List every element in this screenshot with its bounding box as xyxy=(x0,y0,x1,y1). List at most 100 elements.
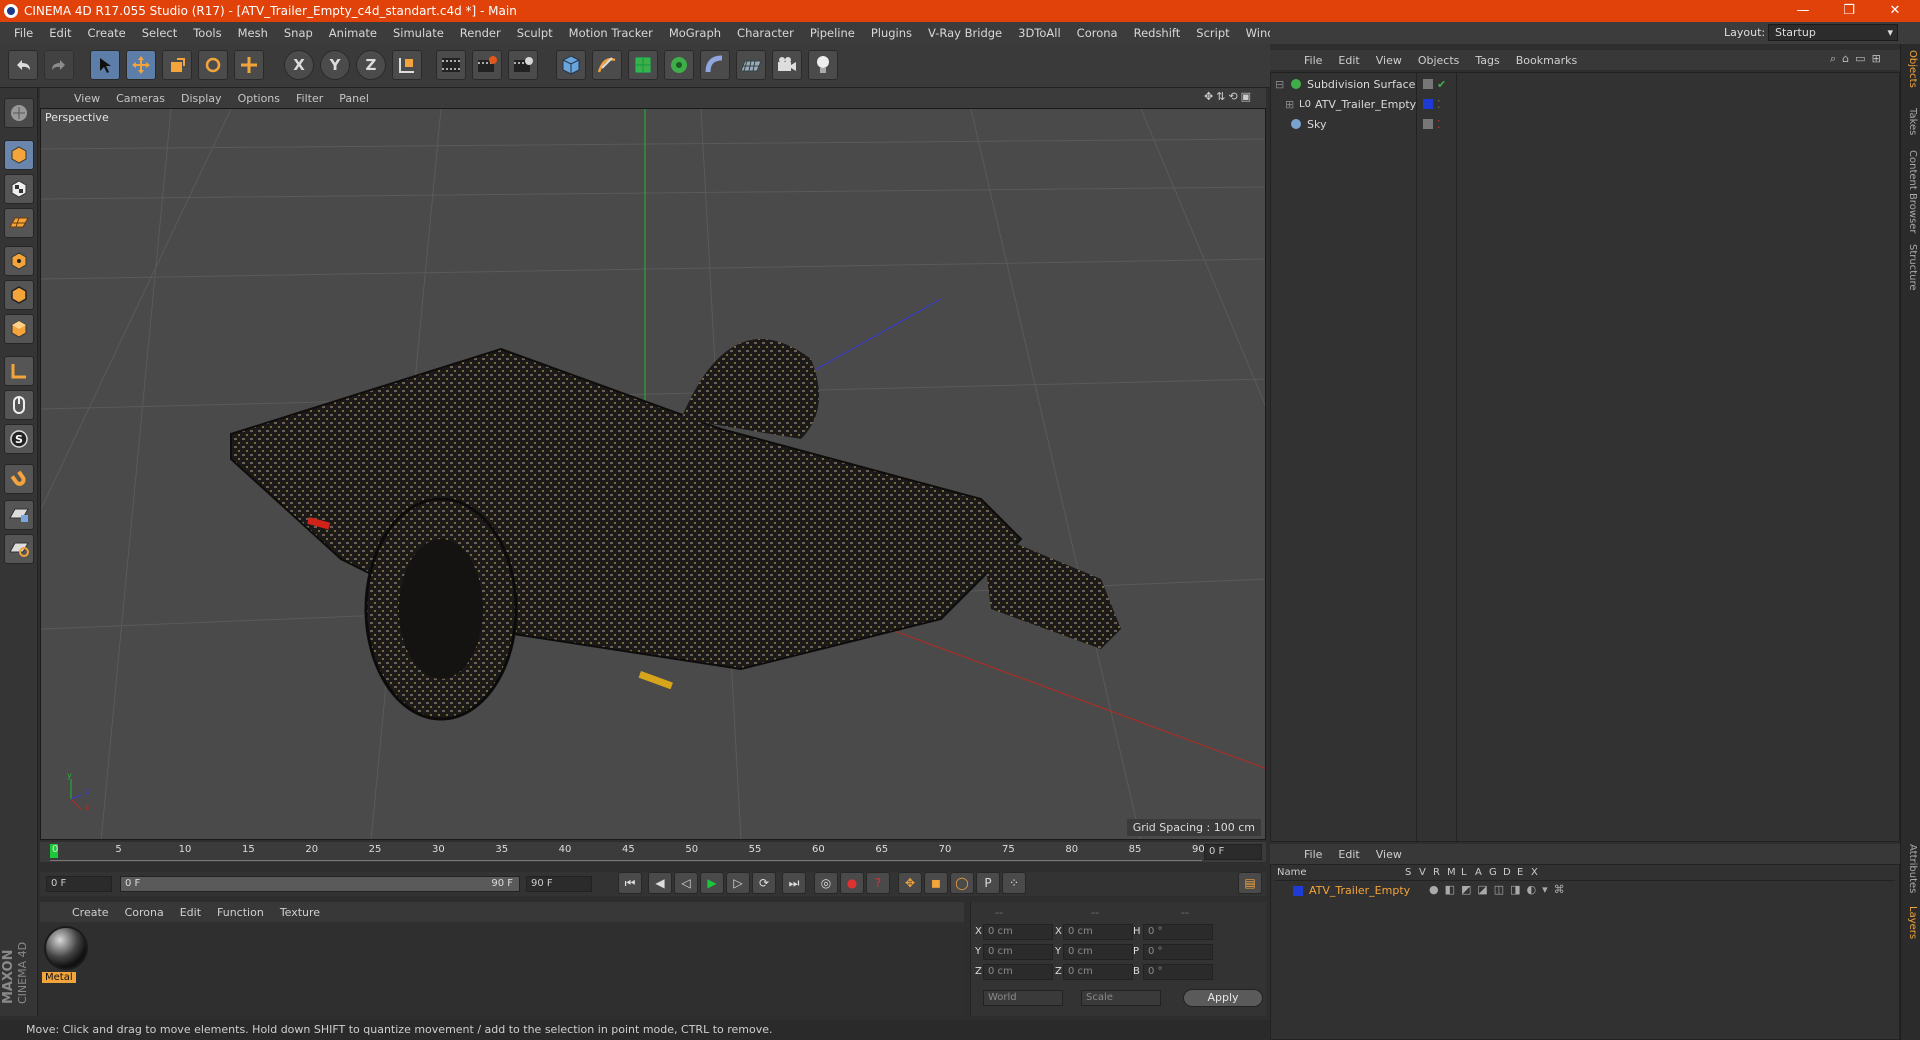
menu-motion-tracker[interactable]: Motion Tracker xyxy=(561,26,661,40)
menu-mograph[interactable]: MoGraph xyxy=(661,26,729,40)
camera-object-button[interactable] xyxy=(772,50,802,80)
object-name[interactable]: ATV_Trailer_Empty xyxy=(1315,98,1416,111)
spline-pen-button[interactable] xyxy=(592,50,622,80)
tab-attributes[interactable]: Attributes xyxy=(1904,844,1918,893)
dots-icon[interactable]: ⁚ xyxy=(1437,98,1441,111)
coord-value-field[interactable]: 0 cm xyxy=(983,964,1053,980)
render-settings-button[interactable] xyxy=(508,50,538,80)
layout-select[interactable]: Startup ▾ xyxy=(1768,24,1898,41)
coordinate-system-button[interactable] xyxy=(392,50,422,80)
subdivision-surface-button[interactable] xyxy=(628,50,658,80)
move-tool-button[interactable] xyxy=(126,50,156,80)
model-mode-button[interactable] xyxy=(4,140,34,170)
home-icon[interactable]: ⌂ xyxy=(1842,52,1849,68)
material-menu-create[interactable]: Create xyxy=(64,906,117,919)
previous-key-button[interactable]: ◀ xyxy=(648,872,672,894)
go-to-end-button[interactable]: ⏭ xyxy=(782,872,806,894)
material-menu-corona[interactable]: Corona xyxy=(117,906,172,919)
go-to-start-button[interactable]: ⏮ xyxy=(618,872,642,894)
visibility-icon[interactable] xyxy=(1423,79,1433,89)
rotate-view-icon[interactable]: ⟲ xyxy=(1228,90,1237,106)
object-name[interactable]: Subdivision Surface xyxy=(1307,78,1415,91)
menu-snap[interactable]: Snap xyxy=(276,26,321,40)
minimize-button[interactable]: — xyxy=(1780,0,1826,22)
key-scale-button[interactable]: ◼ xyxy=(924,872,948,894)
menu-create[interactable]: Create xyxy=(80,26,134,40)
minimize-panel-icon[interactable]: ▭ xyxy=(1855,52,1865,68)
material-label-metal[interactable]: Metal xyxy=(42,972,76,983)
object-row-atv-trailer-empty[interactable]: ⊞ L0 ATV_Trailer_Empty ⁚ xyxy=(1271,95,1891,113)
viewport-menu-options[interactable]: Options xyxy=(230,92,288,105)
maximize-panel-icon[interactable]: ⊞ xyxy=(1872,52,1881,68)
edges-mode-button[interactable] xyxy=(4,280,34,310)
key-position-button[interactable]: ✥ xyxy=(898,872,922,894)
object-menu-edit[interactable]: Edit xyxy=(1330,54,1367,67)
workplane-planar-button[interactable] xyxy=(4,534,34,564)
object-menu-bookmarks[interactable]: Bookmarks xyxy=(1508,54,1585,67)
layer-menu-view[interactable]: View xyxy=(1368,848,1410,861)
toggle-view-icon[interactable]: ▣ xyxy=(1241,90,1251,106)
coord-value-field[interactable]: 0 cm xyxy=(1063,944,1133,960)
coord-value-field[interactable]: 0 ° xyxy=(1143,944,1213,960)
search-icon[interactable]: ⌕ xyxy=(1830,52,1836,68)
tab-layers[interactable]: Layers xyxy=(1904,906,1918,939)
coord-value-field[interactable]: 0 ° xyxy=(1143,964,1213,980)
material-menu-edit[interactable]: Edit xyxy=(172,906,209,919)
next-key-button[interactable]: ⟳ xyxy=(752,872,776,894)
coord-value-field[interactable]: 0 cm xyxy=(1063,924,1133,940)
menu-script[interactable]: Script xyxy=(1188,26,1237,40)
points-mode-button[interactable] xyxy=(4,246,34,276)
object-row-subdivision-surface[interactable]: ⊟ Subdivision Surface ✔ xyxy=(1271,75,1891,93)
coord-value-field[interactable]: 0 cm xyxy=(1063,964,1133,980)
start-frame-field[interactable]: 0 F xyxy=(46,876,112,892)
deformer-button[interactable] xyxy=(700,50,730,80)
menu-character[interactable]: Character xyxy=(729,26,802,40)
light-object-button[interactable] xyxy=(808,50,838,80)
workplane-mode-button[interactable] xyxy=(4,208,34,238)
material-menu-function[interactable]: Function xyxy=(209,906,272,919)
zoom-view-icon[interactable]: ⇅ xyxy=(1216,90,1225,106)
workplane-lock-button[interactable] xyxy=(4,500,34,530)
layer-color-swatch[interactable] xyxy=(1423,99,1433,109)
motion-recording-button[interactable]: ◎ xyxy=(814,872,838,894)
tab-takes[interactable]: Takes xyxy=(1904,108,1918,135)
menu-corona[interactable]: Corona xyxy=(1069,26,1126,40)
object-row-sky[interactable]: Sky ⁚ xyxy=(1271,115,1891,133)
perspective-viewport[interactable]: Perspective y z x Grid Spacing : 100 cm xyxy=(40,108,1266,840)
play-button[interactable]: ▶ xyxy=(700,872,724,894)
menu-mesh[interactable]: Mesh xyxy=(230,26,276,40)
menu-animate[interactable]: Animate xyxy=(321,26,385,40)
axis-mode-button[interactable] xyxy=(4,356,34,386)
material-menu-texture[interactable]: Texture xyxy=(272,906,328,919)
polygons-mode-button[interactable] xyxy=(4,314,34,344)
object-menu-tags[interactable]: Tags xyxy=(1467,54,1507,67)
timeline-ruler[interactable]: 0 5 10 15 20 25 30 35 40 45 50 55 60 65 70 75 80 85 90 0 F xyxy=(40,842,1266,862)
layer-name[interactable]: ATV_Trailer_Empty xyxy=(1309,884,1410,897)
texture-mode-button[interactable] xyxy=(4,174,34,204)
snap-magnet-button[interactable] xyxy=(4,464,34,494)
enabled-check-icon[interactable]: ✔ xyxy=(1437,78,1446,91)
close-button[interactable]: ✕ xyxy=(1872,0,1918,22)
menu-v-ray-bridge[interactable]: V-Ray Bridge xyxy=(920,26,1010,40)
menu-pipeline[interactable]: Pipeline xyxy=(802,26,863,40)
pan-view-icon[interactable]: ✥ xyxy=(1204,90,1213,106)
size-mode-select[interactable]: Scale xyxy=(1081,990,1161,1006)
record-keys-button[interactable]: ● xyxy=(840,872,864,894)
tab-objects[interactable]: Objects xyxy=(1904,50,1918,88)
live-selection-button[interactable] xyxy=(90,50,120,80)
make-editable-button[interactable] xyxy=(4,98,34,128)
menu-edit[interactable]: Edit xyxy=(41,26,79,40)
layer-color-swatch[interactable] xyxy=(1293,886,1303,896)
transform-tool-button[interactable] xyxy=(234,50,264,80)
menu-render[interactable]: Render xyxy=(452,26,509,40)
key-rotation-button[interactable]: ◯ xyxy=(950,872,974,894)
expand-toggle-icon[interactable]: ⊞ xyxy=(1285,98,1294,111)
coord-value-field[interactable]: 0 cm xyxy=(983,944,1053,960)
tweak-mode-button[interactable] xyxy=(4,390,34,420)
object-menu-view[interactable]: View xyxy=(1368,54,1410,67)
autokeying-button[interactable]: ? xyxy=(866,872,890,894)
next-frame-button[interactable]: ▷ xyxy=(726,872,750,894)
current-frame-field[interactable]: 0 F xyxy=(1204,844,1262,860)
redo-button[interactable] xyxy=(44,50,74,80)
coord-value-field[interactable]: 0 cm xyxy=(983,924,1053,940)
